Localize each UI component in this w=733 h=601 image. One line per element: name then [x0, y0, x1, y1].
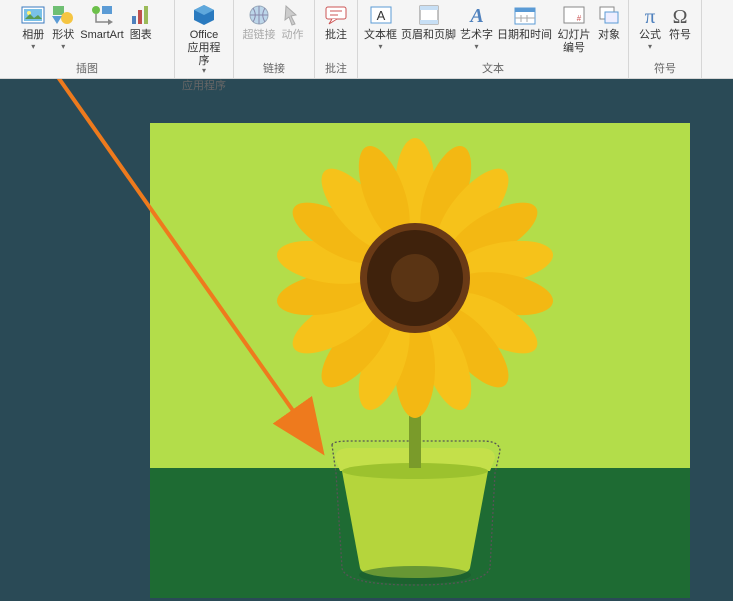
symbol-button[interactable]: Ω 符号	[665, 2, 695, 43]
wordart-icon: A	[465, 3, 489, 27]
dropdown-icon: ▾	[378, 43, 382, 51]
shapes-button[interactable]: 形状 ▾	[48, 2, 78, 52]
group-overflow	[702, 0, 733, 78]
group-comments-label: 批注	[318, 59, 354, 78]
group-links-label: 链接	[237, 59, 311, 78]
textbox-label: 文本框	[364, 29, 397, 42]
officeapps-icon	[192, 3, 216, 27]
datetime-icon	[513, 3, 537, 27]
group-symbols-label: 符号	[632, 59, 698, 78]
smartart-label: SmartArt	[80, 29, 123, 42]
chart-icon	[129, 3, 153, 27]
dropdown-icon: ▾	[31, 43, 35, 51]
group-links: 超链接 动作 链接	[234, 0, 315, 78]
textbox-button[interactable]: A 文本框 ▾	[362, 2, 399, 52]
group-symbols: π 公式 ▾ Ω 符号 符号	[629, 0, 702, 78]
datetime-label: 日期和时间	[497, 29, 552, 42]
group-illustrations-label: 插图	[3, 59, 171, 78]
datetime-button[interactable]: 日期和时间	[495, 2, 554, 43]
comment-button[interactable]: 批注	[321, 2, 351, 43]
slidenum-label: 幻灯片 编号	[556, 29, 592, 55]
group-text-label: 文本	[361, 59, 625, 78]
slidenum-icon: #	[562, 3, 586, 27]
hyperlink-button[interactable]: 超链接	[241, 2, 278, 43]
smartart-button[interactable]: SmartArt	[78, 2, 125, 43]
svg-text:π: π	[645, 4, 656, 26]
object-icon	[597, 3, 621, 27]
object-button[interactable]: 对象	[594, 2, 624, 43]
symbol-label: 符号	[669, 29, 691, 42]
officeapps-button[interactable]: Office 应用程序 ▾	[184, 2, 224, 76]
textbox-icon: A	[369, 3, 393, 27]
dropdown-icon: ▾	[648, 43, 652, 51]
hyperlink-label: 超链接	[243, 29, 276, 42]
ribbon-toolbar: 相册 ▾ 形状 ▾ SmartArt 图表	[0, 0, 733, 79]
shapes-label: 形状	[52, 29, 74, 42]
headerfooter-button[interactable]: 页眉和页脚	[399, 2, 458, 43]
album-label: 相册	[22, 29, 44, 42]
svg-text:Ω: Ω	[673, 6, 688, 26]
action-button[interactable]: 动作	[278, 2, 308, 43]
comment-label: 批注	[325, 29, 347, 42]
hyperlink-icon	[247, 3, 271, 27]
dropdown-icon: ▾	[61, 43, 65, 51]
group-illustrations: 相册 ▾ 形状 ▾ SmartArt 图表	[0, 0, 175, 78]
shapes-icon	[51, 3, 75, 27]
slidenum-button[interactable]: # 幻灯片 编号	[554, 2, 594, 56]
svg-text:A: A	[376, 8, 385, 23]
svg-text:#: #	[577, 14, 582, 23]
album-button[interactable]: 相册 ▾	[18, 2, 48, 52]
chart-button[interactable]: 图表	[126, 2, 156, 43]
album-icon	[21, 3, 45, 27]
slide-image-sunflower[interactable]	[150, 123, 690, 598]
headerfooter-icon	[417, 3, 441, 27]
action-icon	[281, 3, 305, 27]
wordart-label: 艺术字	[460, 29, 493, 42]
dropdown-icon: ▾	[474, 43, 478, 51]
dropdown-icon: ▾	[202, 67, 206, 75]
action-label: 动作	[282, 29, 304, 42]
headerfooter-label: 页眉和页脚	[401, 29, 456, 42]
group-text: A 文本框 ▾ 页眉和页脚 A 艺术字 ▾	[358, 0, 629, 78]
chart-label: 图表	[130, 29, 152, 42]
svg-text:A: A	[468, 5, 483, 26]
officeapps-label: Office 应用程序	[186, 29, 222, 68]
comment-icon	[324, 3, 348, 27]
object-label: 对象	[598, 29, 620, 42]
slide-canvas[interactable]	[0, 79, 733, 601]
group-comments: 批注 批注	[315, 0, 358, 78]
group-apps-label: 应用程序	[178, 76, 230, 95]
smartart-icon	[90, 3, 114, 27]
group-apps: Office 应用程序 ▾ 应用程序	[175, 0, 234, 78]
wordart-button[interactable]: A 艺术字 ▾	[458, 2, 495, 52]
equation-label: 公式	[639, 29, 661, 42]
equation-icon: π	[638, 3, 662, 27]
symbol-icon: Ω	[668, 3, 692, 27]
equation-button[interactable]: π 公式 ▾	[635, 2, 665, 52]
